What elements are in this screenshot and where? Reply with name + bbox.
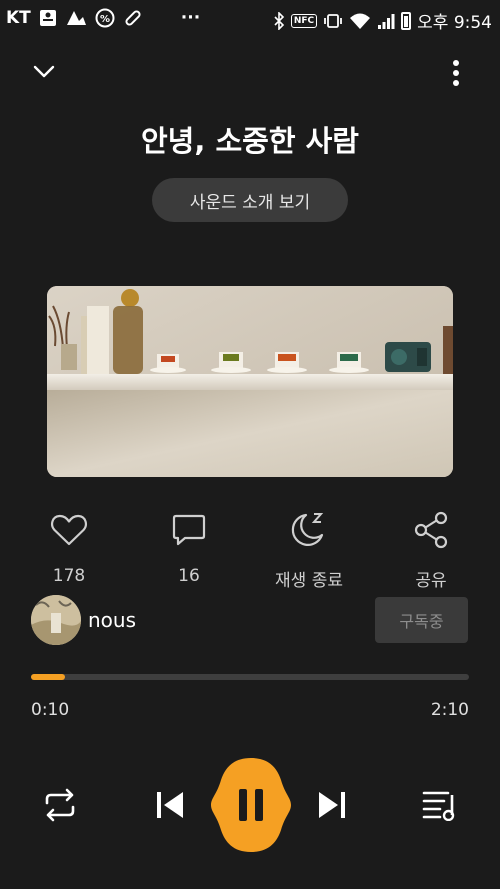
more-notifications-icon: ··· [180, 8, 201, 28]
more-options-button[interactable] [442, 56, 470, 90]
playlist-icon [422, 791, 455, 821]
battery-icon [401, 11, 412, 30]
repeat-button[interactable] [38, 784, 82, 826]
previous-icon [157, 792, 183, 818]
comment-icon [172, 514, 206, 546]
status-clock: 오후 9:54 [417, 13, 492, 33]
sleep-moon-icon [291, 513, 324, 546]
cover-image [47, 286, 453, 477]
sleep-timer-label: 재생 종료 [275, 571, 343, 591]
notification-icon [39, 9, 57, 27]
sound-intro-button[interactable]: 사운드 소개 보기 [152, 178, 348, 222]
share-label: 공유 [415, 571, 447, 591]
nfc-icon: NFC [290, 13, 318, 28]
artist-avatar[interactable] [31, 595, 81, 645]
subscribe-button[interactable]: 구독중 [375, 597, 468, 643]
repeat-icon [45, 788, 75, 822]
signal-icon [377, 12, 395, 30]
wifi-icon [349, 12, 371, 30]
carrier-label: KT [6, 8, 31, 28]
status-bar: KT % ··· NFC 오후 9:54 [0, 0, 500, 40]
elapsed-time: 0:10 [31, 700, 70, 720]
heart-icon [51, 514, 87, 546]
share-icon [414, 511, 448, 549]
progress-bar[interactable] [31, 674, 469, 680]
link-icon [123, 8, 143, 28]
playlist-button[interactable] [418, 784, 462, 826]
like-count: 178 [52, 566, 86, 586]
share-button[interactable]: 공유 [376, 510, 486, 591]
next-button[interactable] [312, 784, 352, 826]
pause-button[interactable] [211, 758, 291, 852]
total-duration: 2:10 [430, 700, 469, 720]
svg-text:%: % [100, 14, 110, 25]
more-vertical-icon [453, 60, 459, 86]
vibrate-icon [323, 13, 343, 29]
like-button[interactable]: 178 [14, 510, 124, 586]
comment-count: 16 [178, 566, 200, 586]
chevron-down-icon [33, 65, 55, 78]
track-title: 안녕, 소중한 사람 [141, 124, 359, 158]
bluetooth-icon [273, 11, 285, 30]
progress-fill [31, 674, 65, 680]
next-icon [319, 792, 345, 818]
sleep-timer-button[interactable]: 재생 종료 [254, 510, 364, 591]
collapse-button[interactable] [28, 58, 60, 86]
percent-icon: % [95, 8, 115, 28]
comment-button[interactable]: 16 [134, 510, 244, 586]
app-notification-icon [65, 9, 87, 27]
artist-name[interactable]: nous [88, 608, 136, 632]
previous-button[interactable] [150, 784, 190, 826]
